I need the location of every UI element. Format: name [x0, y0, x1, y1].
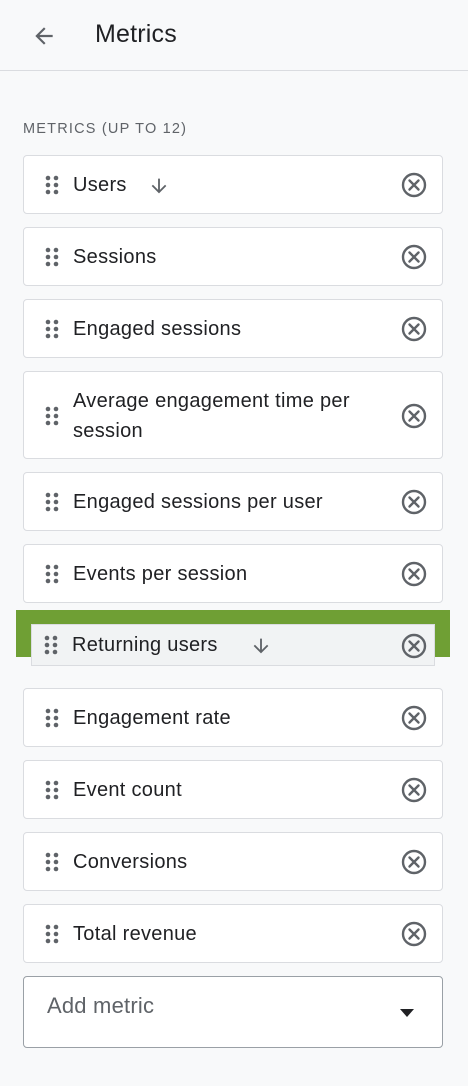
drag-handle-icon[interactable]	[45, 564, 59, 584]
metric-item-conversions[interactable]: Conversions	[23, 832, 443, 891]
arrow-back-icon	[35, 27, 53, 45]
metric-item-event-count[interactable]: Event count	[23, 760, 443, 819]
page-title: Metrics	[95, 20, 177, 48]
drag-handle-icon[interactable]	[45, 780, 59, 800]
metric-item-total-revenue[interactable]: Total revenue	[23, 904, 443, 963]
metric-label: Engagement rate	[73, 707, 231, 729]
metric-label: Event count	[73, 779, 182, 801]
remove-circle-icon[interactable]	[400, 704, 428, 732]
drag-handle-icon[interactable]	[45, 492, 59, 512]
remove-circle-icon[interactable]	[400, 560, 428, 588]
remove-circle-icon[interactable]	[400, 402, 428, 430]
arrow-downward-icon[interactable]	[250, 635, 272, 657]
section-label: METRICS (UP TO 12)	[23, 121, 188, 137]
drag-handle-icon[interactable]	[45, 852, 59, 872]
metric-item-returning-users[interactable]: Returning users	[31, 624, 435, 666]
metric-label: Events per session	[73, 563, 248, 585]
dropdown-arrow-icon	[400, 1009, 414, 1017]
metric-label: Engaged sessions	[73, 318, 242, 340]
metric-label: Sessions	[73, 246, 157, 268]
drag-handle-icon[interactable]	[44, 635, 58, 655]
remove-circle-icon[interactable]	[400, 848, 428, 876]
remove-circle-icon[interactable]	[400, 920, 428, 948]
remove-circle-icon[interactable]	[400, 632, 428, 660]
metric-item-engaged-sessions-per-user[interactable]: Engaged sessions per user	[23, 472, 443, 531]
metric-item-users[interactable]: Users	[23, 155, 443, 214]
metric-item-events-per-session[interactable]: Events per session	[23, 544, 443, 603]
metric-item-average-engagement-time[interactable]: Average engagement time per session	[23, 371, 443, 459]
drag-handle-icon[interactable]	[45, 708, 59, 728]
add-metric-select[interactable]: Add metric	[23, 976, 443, 1048]
drag-handle-icon[interactable]	[45, 175, 59, 195]
metric-label: Total revenue	[73, 923, 197, 945]
metric-item-engagement-rate[interactable]: Engagement rate	[23, 688, 443, 747]
drag-handle-icon[interactable]	[45, 406, 59, 426]
highlight-bottom-border	[16, 666, 450, 684]
metric-item-engaged-sessions[interactable]: Engaged sessions	[23, 299, 443, 358]
back-button[interactable]	[26, 18, 62, 54]
metric-item-sessions[interactable]: Sessions	[23, 227, 443, 286]
remove-circle-icon[interactable]	[400, 488, 428, 516]
metric-label: Users	[73, 174, 127, 196]
remove-circle-icon[interactable]	[400, 776, 428, 804]
drag-handle-icon[interactable]	[45, 247, 59, 267]
metric-label: Engaged sessions per user	[73, 491, 323, 513]
remove-circle-icon[interactable]	[400, 315, 428, 343]
drag-handle-icon[interactable]	[45, 924, 59, 944]
arrow-downward-icon[interactable]	[148, 175, 170, 197]
metric-label: Average engagement time per session	[73, 390, 350, 442]
drag-handle-icon[interactable]	[45, 319, 59, 339]
header: Metrics	[0, 0, 468, 71]
remove-circle-icon[interactable]	[400, 171, 428, 199]
metric-label: Returning users	[72, 634, 218, 656]
metric-label: Conversions	[73, 851, 188, 873]
add-metric-placeholder: Add metric	[47, 993, 155, 1018]
remove-circle-icon[interactable]	[400, 243, 428, 271]
